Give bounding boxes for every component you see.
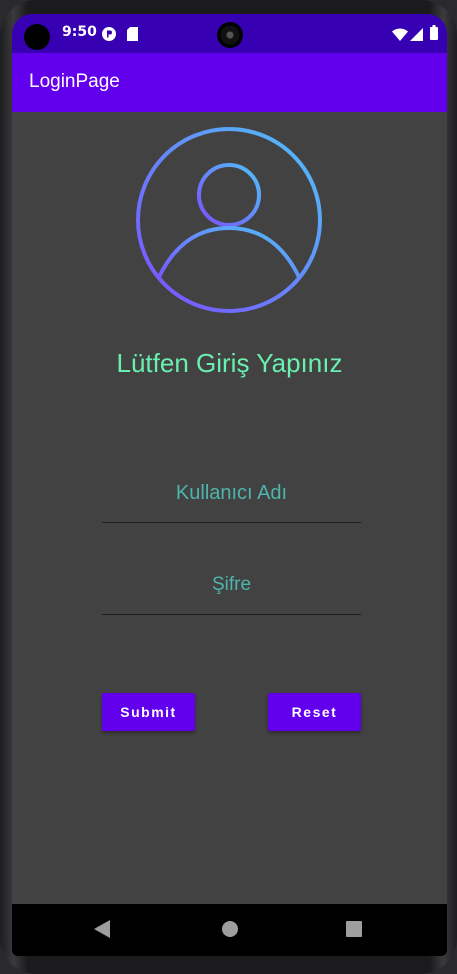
reset-button[interactable]: Reset [268, 693, 361, 731]
battery-icon [430, 25, 438, 44]
front-camera [217, 22, 243, 48]
login-heading: Lütfen Giriş Yapınız [116, 348, 343, 378]
status-time: 9:50 [62, 24, 97, 40]
notification-p-icon [102, 26, 116, 45]
app-title: LoginPage [29, 71, 120, 92]
submit-button[interactable]: Submit [102, 693, 195, 731]
camera-cutout [24, 24, 50, 50]
login-content: Lütfen Giriş Yapınız Submit Reset [12, 112, 447, 904]
wifi-icon [392, 26, 408, 45]
sd-card-icon [127, 26, 138, 45]
signal-icon [410, 26, 423, 45]
username-input[interactable] [102, 464, 361, 523]
screen: 9:50 LoginPage Lütfen Giriş Yapınız Kull… [12, 14, 447, 956]
home-icon[interactable] [221, 920, 239, 942]
navigation-bar [12, 904, 447, 956]
app-bar: LoginPage [12, 53, 447, 112]
user-avatar-icon [136, 127, 322, 313]
phone-frame: 9:50 LoginPage Lütfen Giriş Yapınız Kull… [0, 0, 457, 974]
password-input[interactable] [102, 556, 361, 615]
recents-icon[interactable] [346, 921, 362, 941]
back-icon[interactable] [94, 920, 110, 942]
status-bar: 9:50 [12, 14, 447, 53]
